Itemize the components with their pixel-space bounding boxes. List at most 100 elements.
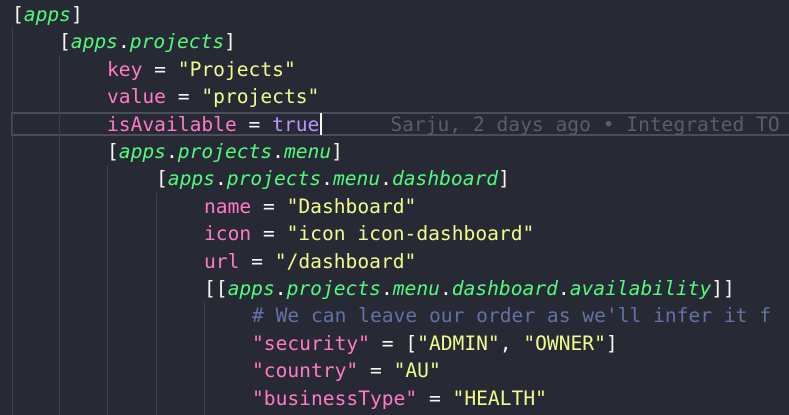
code-token-str: "ADMIN" bbox=[417, 331, 500, 355]
code-line[interactable]: url = "/dashboard" bbox=[0, 248, 789, 275]
code-token-bracket: [ bbox=[156, 167, 168, 191]
code-token-str: "icon icon-dashboard" bbox=[286, 222, 535, 246]
code-token-bracket: [ bbox=[12, 3, 24, 26]
code-line[interactable]: [apps.projects.menu.dashboard] bbox=[0, 165, 789, 192]
code-token-table: apps bbox=[167, 167, 215, 191]
code-line[interactable]: icon = "icon icon-dashboard" bbox=[0, 220, 789, 247]
code-line-content: key = "Projects" bbox=[107, 56, 296, 83]
code-token-bracket: [ bbox=[107, 140, 119, 163]
code-line[interactable]: isAvailable = true Sarju, 2 days ago • In… bbox=[0, 111, 789, 138]
code-token-table: menu bbox=[332, 167, 381, 191]
code-line[interactable]: name = "Dashboard" bbox=[0, 193, 789, 220]
code-token-bracket: [ bbox=[405, 331, 418, 355]
code-token-dot: . bbox=[380, 277, 393, 300]
code-token-dot: . bbox=[165, 140, 178, 163]
code-token-op: = bbox=[165, 85, 202, 109]
code-line[interactable]: # We can leave our order as we'll infer … bbox=[0, 302, 789, 329]
code-token-dot: . bbox=[380, 167, 392, 191]
code-token-dot: . bbox=[214, 167, 227, 191]
code-token-dot: . bbox=[274, 277, 287, 300]
code-line[interactable]: [[apps.projects.menu.dashboard.availabil… bbox=[0, 275, 789, 302]
code-token-op: , bbox=[499, 331, 524, 355]
code-token-key: url bbox=[204, 249, 240, 273]
code-line-content: url = "/dashboard" bbox=[204, 248, 416, 275]
code-token-table: menu bbox=[392, 277, 440, 300]
code-token-op: = bbox=[239, 249, 275, 273]
code-token-op: = bbox=[358, 359, 394, 383]
code-token-str: "Dashboard" bbox=[286, 194, 417, 218]
code-token-comment: # We can leave our order as we'll infer … bbox=[252, 304, 772, 328]
code-line-content: "security" = ["ADMIN", "OWNER"] bbox=[252, 330, 618, 357]
code-token-bracket: ] bbox=[70, 3, 83, 26]
code-token-op: = bbox=[251, 194, 287, 218]
code-token-table: dashboard bbox=[391, 167, 499, 191]
code-token-bracket: [ bbox=[59, 30, 71, 54]
code-token-key: "security" bbox=[252, 331, 370, 355]
code-token-str: "Projects" bbox=[177, 57, 296, 81]
code-token-table: apps bbox=[118, 140, 166, 163]
code-token-table: projects bbox=[177, 140, 273, 163]
code-token-dot: . bbox=[272, 140, 284, 163]
code-token-bool: true bbox=[272, 112, 320, 136]
code-token-table: apps bbox=[227, 277, 275, 300]
code-editor[interactable]: [apps] [apps.projects] key = "Projects" val… bbox=[0, 0, 789, 415]
code-token-key: value bbox=[107, 85, 166, 109]
code-line-content: name = "Dashboard" bbox=[204, 193, 416, 220]
code-token-str: "AU" bbox=[393, 359, 441, 383]
code-line[interactable]: [apps.projects.menu] bbox=[0, 138, 789, 165]
git-blame-annotation: Sarju, 2 days ago • Integrated TO bbox=[390, 112, 780, 136]
code-token-table: apps bbox=[23, 3, 71, 26]
code-token-dot: . bbox=[439, 277, 452, 300]
code-line-content: [[apps.projects.menu.dashboard.availabil… bbox=[204, 275, 735, 302]
code-line[interactable]: "security" = ["ADMIN", "OWNER"] bbox=[0, 330, 789, 357]
code-line-content: icon = "icon icon-dashboard" bbox=[204, 220, 534, 247]
code-token-bracket: [[ bbox=[204, 277, 228, 300]
code-token-key: "country" bbox=[252, 359, 359, 383]
code-token-bracket: ]] bbox=[711, 277, 735, 300]
code-token-bracket: ] bbox=[224, 30, 236, 54]
code-token-op: = bbox=[417, 386, 453, 410]
code-line[interactable]: [apps.projects] bbox=[0, 28, 789, 55]
code-token-dot: . bbox=[321, 167, 333, 191]
code-token-table: dashboard bbox=[451, 277, 558, 300]
code-line[interactable]: [apps] bbox=[0, 1, 789, 28]
code-token-bracket: ] bbox=[605, 331, 618, 355]
code-line-content: # We can leave our order as we'll infer … bbox=[252, 302, 771, 329]
code-token-str: "OWNER" bbox=[523, 331, 606, 355]
code-line-content: [apps.projects.menu] bbox=[107, 138, 343, 165]
code-line-content: value = "projects" bbox=[107, 83, 319, 110]
code-token-op: = bbox=[142, 57, 178, 81]
code-line[interactable]: "country" = "AU" bbox=[0, 357, 789, 384]
code-token-table: menu bbox=[283, 140, 332, 163]
code-line[interactable]: key = "Projects" bbox=[0, 56, 789, 83]
code-line[interactable]: "businessType" = "HEALTH" bbox=[0, 385, 789, 412]
code-line-content: [apps.projects.menu.dashboard] bbox=[156, 165, 510, 192]
code-token-dot: . bbox=[557, 277, 570, 300]
code-line-content: [apps.projects] bbox=[59, 28, 236, 55]
code-line[interactable]: value = "projects" bbox=[0, 83, 789, 110]
code-token-op: = bbox=[369, 331, 406, 355]
code-line-content: [apps] bbox=[12, 1, 83, 28]
code-line-content: isAvailable = true Sarju, 2 days ago • In… bbox=[107, 111, 780, 138]
code-token-str: "HEALTH" bbox=[452, 386, 547, 410]
code-token-table: projects bbox=[226, 167, 322, 191]
code-token-key: name bbox=[204, 194, 252, 218]
code-token-dot: . bbox=[117, 30, 130, 54]
code-token-str: "projects" bbox=[201, 85, 320, 109]
code-token-key: icon bbox=[204, 222, 252, 246]
code-token-key: isAvailable bbox=[107, 112, 237, 136]
code-token-key: "businessType" bbox=[252, 386, 418, 410]
code-token-key: key bbox=[107, 57, 143, 81]
code-token-op: = bbox=[251, 222, 287, 246]
code-token-bracket: ] bbox=[498, 167, 510, 191]
code-token-str: "/dashboard" bbox=[274, 249, 417, 273]
text-cursor bbox=[320, 112, 323, 135]
code-token-table: projects bbox=[286, 277, 381, 300]
code-line-content: "country" = "AU" bbox=[252, 357, 441, 384]
code-line-content: "businessType" = "HEALTH" bbox=[252, 385, 547, 412]
code-token-table: apps bbox=[70, 30, 118, 54]
code-token-table: projects bbox=[129, 30, 225, 54]
code-token-bracket: ] bbox=[331, 140, 343, 163]
code-token-table: availability bbox=[569, 277, 712, 300]
code-token-op: = bbox=[236, 112, 273, 136]
